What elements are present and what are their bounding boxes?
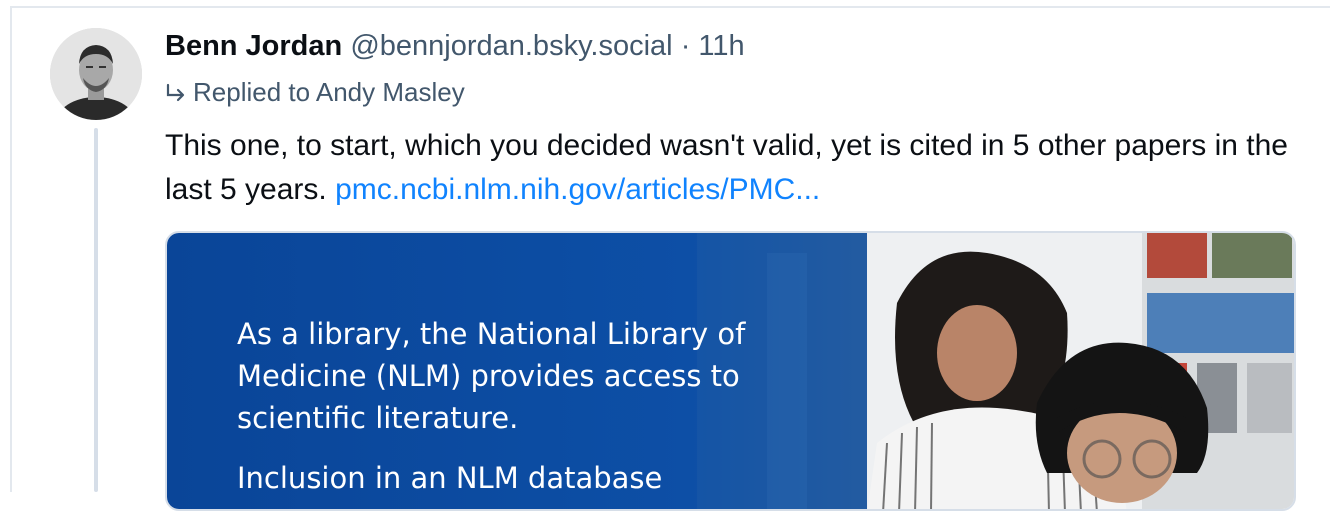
reply-context[interactable]: Replied to Andy Masley xyxy=(165,75,465,109)
post-timestamp[interactable]: 11h xyxy=(698,30,744,62)
thread-line xyxy=(94,128,98,492)
author-name[interactable]: Benn Jordan xyxy=(165,30,342,62)
author-avatar[interactable] xyxy=(50,28,142,120)
link-preview-text: As a library, the National Library of Me… xyxy=(237,313,797,509)
reply-label: Replied to Andy Masley xyxy=(193,77,465,107)
link-preview-card[interactable]: As a library, the National Library of Me… xyxy=(165,231,1296,511)
reply-arrow-icon xyxy=(165,75,193,109)
author-handle[interactable]: @bennjordan.bsky.social xyxy=(350,30,672,62)
header-separator: · xyxy=(680,30,691,62)
post-header: Benn Jordan @bennjordan.bsky.social · 11… xyxy=(165,28,745,64)
post-link[interactable]: pmc.ncbi.nlm.nih.gov/articles/PMC... xyxy=(335,173,820,206)
card-paragraph-1: As a library, the National Library of Me… xyxy=(237,317,746,435)
card-paragraph-2: Inclusion in an NLM database xyxy=(237,461,663,495)
post-body: This one, to start, which you decided wa… xyxy=(165,124,1305,212)
avatar-photo xyxy=(50,28,142,120)
